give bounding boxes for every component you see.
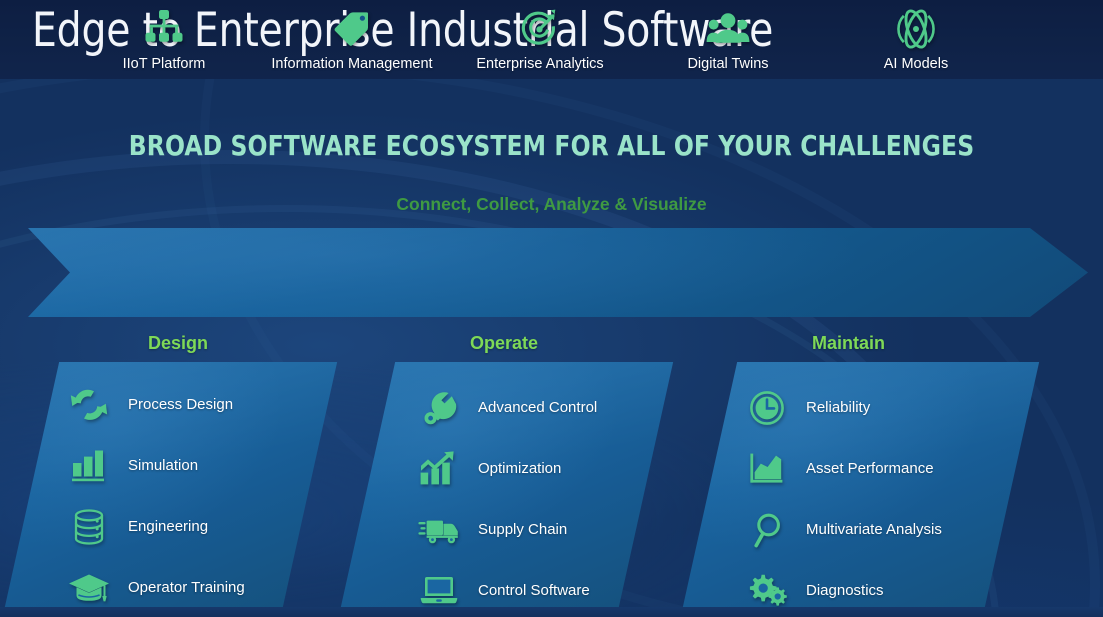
banner-item-label: Enterprise Analytics [476,56,604,72]
column-header-row: Design Operate Maintain [0,333,1103,359]
capability-banner [28,228,1088,317]
list-item-label: Engineering [128,518,209,535]
growth-chart-icon [412,449,466,489]
banner-item-information-management[interactable]: Information Management [258,0,446,72]
people-group-icon [702,8,754,50]
panel-item-lists: Process Design Simulation Engineering Op… [0,362,1103,617]
refresh-cycle-icon [62,385,116,425]
banner-item-list: IIoT Platform Information Management Ent… [70,0,1010,89]
graduation-cap-icon [62,568,116,608]
banner-item-enterprise-analytics[interactable]: Enterprise Analytics [446,0,634,72]
list-item-label: Multivariate Analysis [806,521,942,538]
list-item-label: Process Design [128,396,234,413]
list-item-label: Reliability [806,399,871,416]
bottom-strip [0,607,1103,617]
delivery-truck-icon [412,510,466,550]
banner-item-iiot-platform[interactable]: IIoT Platform [70,0,258,72]
list-item-label: Control Software [478,582,590,599]
list-item-multivariate-analysis[interactable]: Multivariate Analysis [740,499,942,560]
target-arrow-icon [514,8,566,50]
list-item-label: Advanced Control [478,399,598,416]
database-icon [62,507,116,547]
list-item-label: Asset Performance [806,460,934,477]
column-design: Process Design Simulation Engineering Op… [62,374,245,617]
column-maintain: Reliability Asset Performance Multivaria… [740,377,942,617]
hierarchy-icon [138,8,190,50]
tag-icon [326,8,378,50]
list-item-label: Supply Chain [478,521,568,538]
clock-icon [740,388,794,428]
column-header-operate: Operate [470,333,539,353]
area-chart-icon [740,449,794,489]
magnifier-icon [740,510,794,550]
wrench-icon [412,388,466,428]
column-header-design: Design [148,333,209,353]
list-item-label: Operator Training [128,579,245,596]
banner-item-label: Information Management [271,56,433,72]
list-item-optimization[interactable]: Optimization [412,438,597,499]
list-item-process-design[interactable]: Process Design [62,374,245,435]
column-header-maintain: Maintain [812,333,886,353]
slide-canvas: Edge to Enterprise Industrial Software B… [0,0,1103,617]
headline: BROAD SOFTWARE ECOSYSTEM FOR ALL OF YOUR… [128,130,975,162]
list-item-label: Optimization [478,460,562,477]
list-item-label: Simulation [128,457,199,474]
list-item-simulation[interactable]: Simulation [62,435,245,496]
banner-item-label: AI Models [883,56,949,72]
banner-sheen [28,228,1088,317]
list-item-advanced-control[interactable]: Advanced Control [412,377,597,438]
list-item-engineering[interactable]: Engineering [62,496,245,557]
list-item-supply-chain[interactable]: Supply Chain [412,499,597,560]
list-item-reliability[interactable]: Reliability [740,377,942,438]
list-item-label: Diagnostics [806,582,884,599]
gears-icon [740,571,794,611]
laptop-icon [412,571,466,611]
banner-item-digital-twins[interactable]: Digital Twins [634,0,822,72]
subheadline: Connect, Collect, Analyze & Visualize [396,194,707,214]
banner-item-label: IIoT Platform [122,56,206,72]
atom-icon [890,8,942,50]
banner-item-label: Digital Twins [687,56,769,72]
bar-chart-icon [62,446,116,486]
column-operate: Advanced Control Optimization Supply Cha… [412,377,597,617]
banner-item-ai-models[interactable]: AI Models [822,0,1010,72]
list-item-asset-performance[interactable]: Asset Performance [740,438,942,499]
